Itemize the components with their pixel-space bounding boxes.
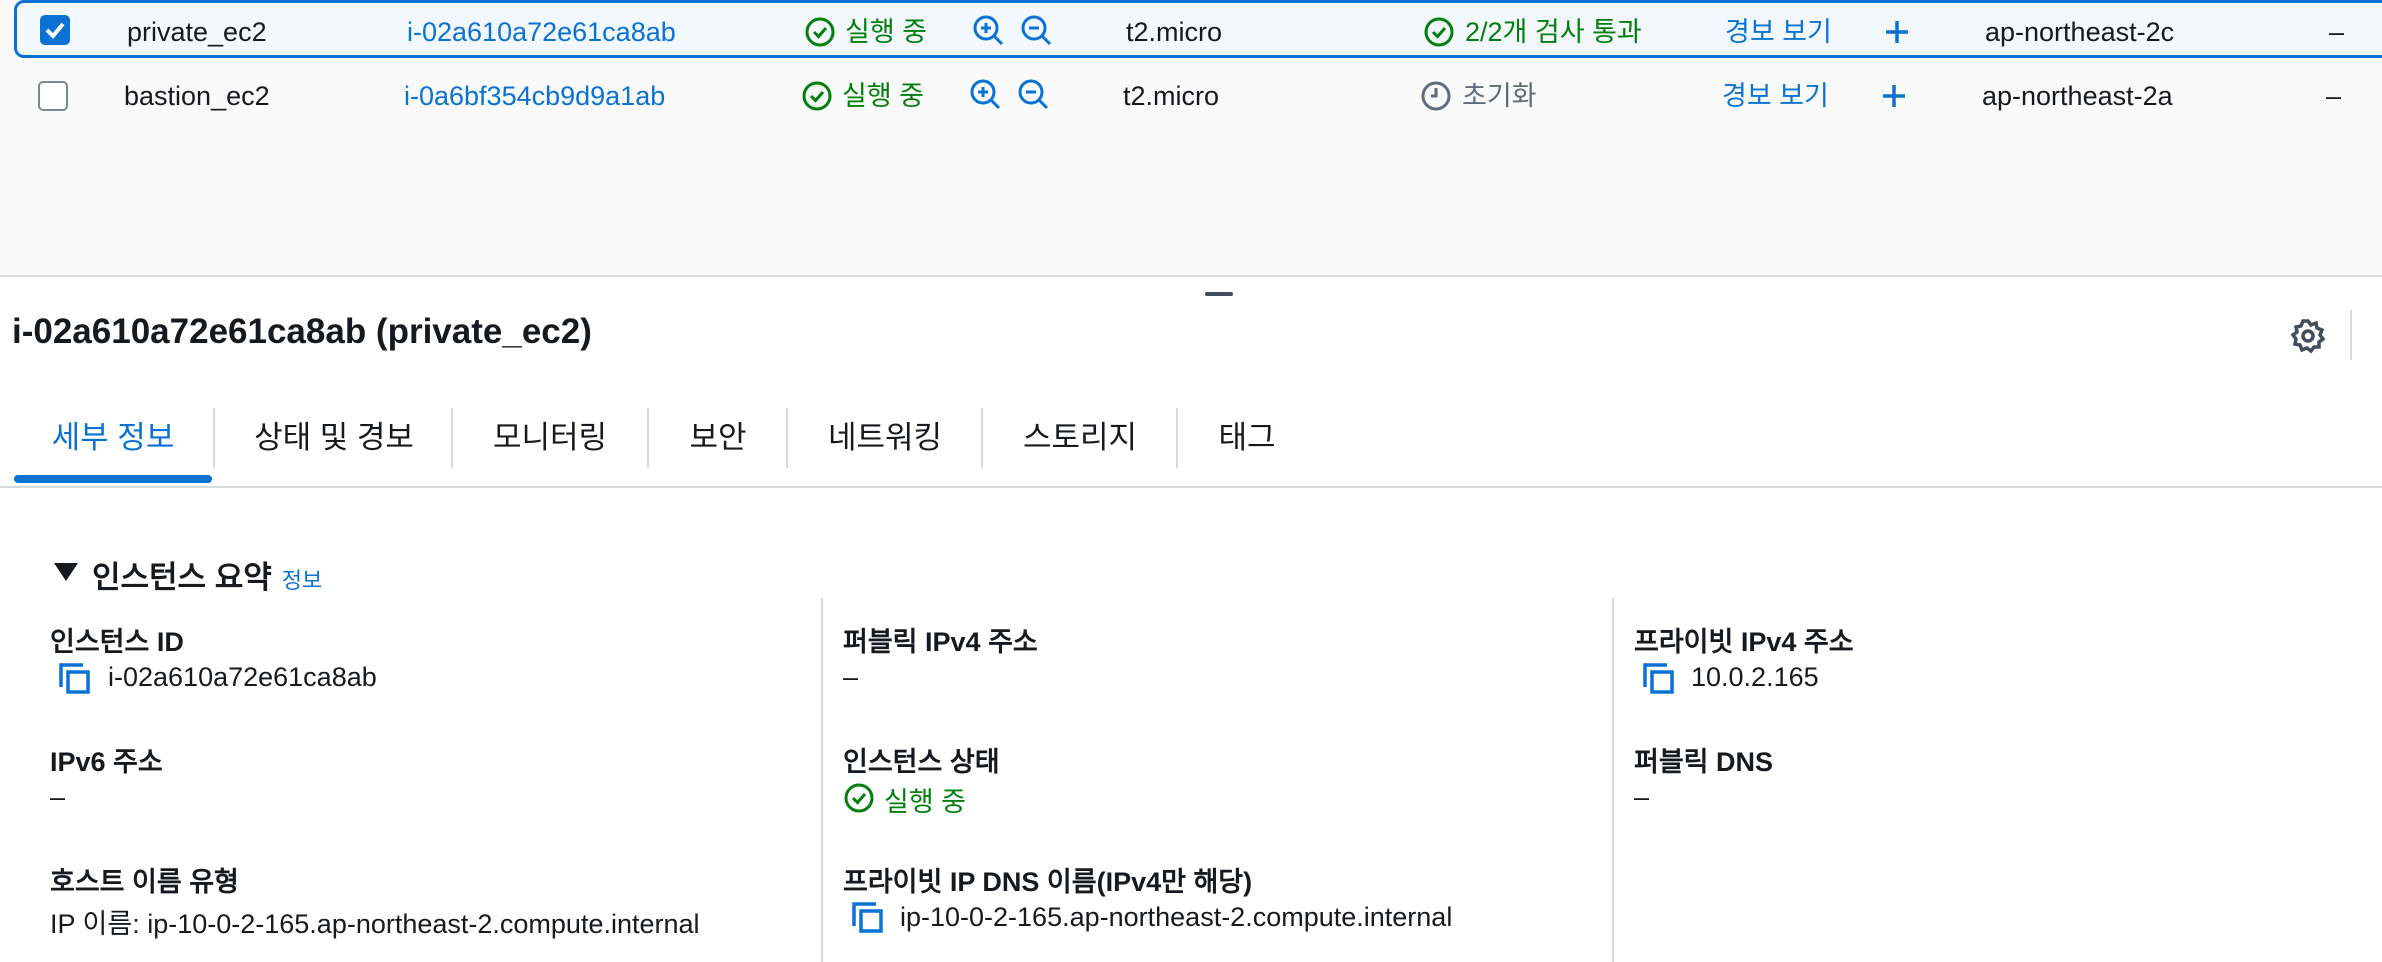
copy-icon[interactable] [1641,661,1677,697]
empty-cell-dash: – [2326,81,2342,111]
tab-networking[interactable]: 네트워킹 [789,400,981,484]
ipv6-address-value: – [50,782,66,812]
plus-icon[interactable] [1883,18,1911,46]
detail-tabs: 세부 정보 상태 및 경보 모니터링 보안 네트워킹 스토리지 태그 [0,400,2382,488]
check-circle-icon [802,81,832,111]
instance-state: 실행 중 [842,81,925,111]
tab-separator [981,408,983,468]
availability-zone: ap-northeast-2a [1982,81,2173,111]
view-alarms-link[interactable]: 경보 보기 [1725,3,1832,61]
tab-storage[interactable]: 스토리지 [984,400,1176,484]
tab-separator [647,408,649,468]
zoom-out-icon[interactable] [1020,14,1054,48]
private-dns-value: ip-10-0-2-165.ap-northeast-2.compute.int… [900,902,1453,932]
check-circle-icon [844,783,874,813]
public-dns-value: – [1634,782,1650,812]
private-dns-label: 프라이빗 IP DNS 이름(IPv4만 해당) [843,867,1253,897]
instance-id-value: i-02a610a72e61ca8ab [108,662,377,692]
status-check: 2/2개 검사 통과 [1465,17,1642,47]
info-link[interactable]: 정보 [282,568,322,593]
zoom-in-icon[interactable] [969,78,1003,112]
tab-separator [786,408,788,468]
view-alarms-link[interactable]: 경보 보기 [1722,65,1829,127]
instance-name: bastion_ec2 [124,81,270,111]
clock-icon [1421,81,1451,111]
ipv6-address-label: IPv6 주소 [50,747,163,777]
check-circle-icon [1424,17,1454,47]
private-ipv4-label: 프라이빗 IPv4 주소 [1634,627,1854,657]
split-pane-resize-handle[interactable] [1205,292,1233,296]
tab-security[interactable]: 보안 [650,400,786,484]
hostname-type-label: 호스트 이름 유형 [50,867,239,897]
tab-monitoring[interactable]: 모니터링 [454,400,646,484]
tab-tags[interactable]: 태그 [1179,400,1315,484]
instance-type: t2.micro [1123,81,1220,111]
column-divider [1612,598,1614,962]
tab-status-alarms[interactable]: 상태 및 경보 [216,400,452,484]
copy-icon[interactable] [57,661,93,697]
instance-type: t2.micro [1126,17,1223,47]
tab-separator [451,408,453,468]
empty-cell-dash: – [2329,17,2345,47]
active-tab-indicator [14,475,212,483]
table-row-bastion-ec2[interactable]: bastion_ec2 i-0a6bf354cb9d9a1ab 실행 중 t2.… [0,65,2382,127]
copy-icon[interactable] [850,900,886,936]
check-circle-icon [805,17,835,47]
instance-state-label: 인스턴스 상태 [843,747,1000,777]
caret-down-icon[interactable] [53,561,79,583]
instance-name: private_ec2 [127,17,267,47]
public-ipv4-value: – [843,662,859,692]
tab-separator [213,408,215,468]
row-checkbox-checked[interactable] [40,15,70,45]
gear-icon[interactable] [2290,318,2326,354]
section-title[interactable]: 인스턴스 요약 정보 [92,552,322,597]
zoom-out-icon[interactable] [1017,78,1051,112]
status-check: 초기화 [1462,81,1537,111]
row-checkbox[interactable] [38,81,68,111]
instance-id-label: 인스턴스 ID [50,627,184,657]
plus-icon[interactable] [1880,82,1908,110]
tab-details[interactable]: 세부 정보 [14,400,212,484]
instance-state-value: 실행 중 [884,787,967,817]
instance-id-link[interactable]: i-0a6bf354cb9d9a1ab [404,65,665,127]
public-ipv4-label: 퍼블릭 IPv4 주소 [843,627,1038,657]
table-row-private-ec2[interactable]: private_ec2 i-02a610a72e61ca8ab 실행 중 t2.… [14,0,2382,58]
public-dns-label: 퍼블릭 DNS [1634,747,1774,777]
column-divider [821,598,823,962]
instance-id-link[interactable]: i-02a610a72e61ca8ab [407,3,676,61]
zoom-in-icon[interactable] [972,14,1006,48]
hostname-type-value: IP 이름: ip-10-0-2-165.ap-northeast-2.comp… [50,909,700,939]
detail-panel-title: i-02a610a72e61ca8ab (private_ec2) [12,312,592,351]
header-divider [2350,310,2352,360]
instance-state: 실행 중 [845,17,928,47]
section-title-text: 인스턴스 요약 [92,560,272,595]
private-ipv4-value: 10.0.2.165 [1691,662,1819,692]
tab-separator [1176,408,1178,468]
availability-zone: ap-northeast-2c [1985,17,2175,47]
